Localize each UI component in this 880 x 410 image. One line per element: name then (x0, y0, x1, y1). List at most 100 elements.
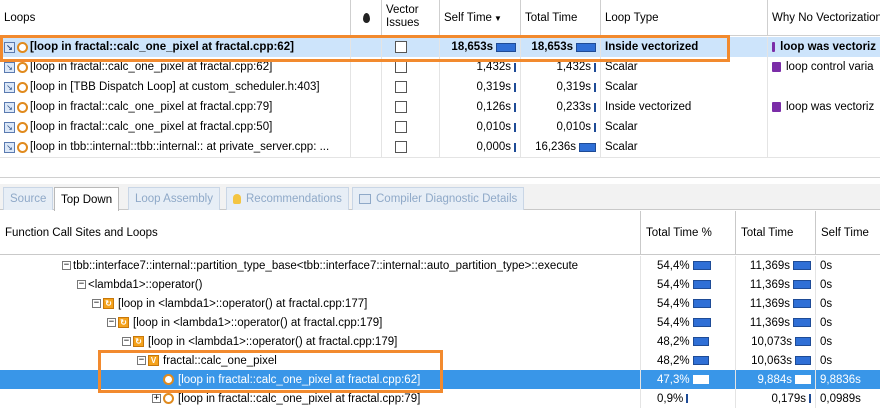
total-time-value: 0,010s (556, 121, 591, 133)
total-pct-value: 48,2% (657, 354, 690, 367)
tab-loop-assembly[interactable]: Loop Assembly (128, 187, 220, 210)
loops-table-header: Loops Vector Issues Self Time ▼ Total Tim… (0, 0, 880, 36)
loop-row[interactable]: ↘ [loop in fractal::calc_one_pixel at fra… (0, 57, 880, 77)
col-loop-type-header[interactable]: Loop Type (601, 0, 768, 36)
total-time-value: 18,653s (531, 41, 573, 53)
call-site-name: fractal::calc_one_pixel (163, 354, 277, 367)
loop-row[interactable]: ↘ [loop in [TBB Dispatch Loop] at custom_… (0, 77, 880, 97)
vector-issues-checkbox[interactable] (395, 61, 407, 73)
total-pct-bar (692, 261, 711, 270)
col-vector-issues-header[interactable]: Vector Issues (382, 0, 440, 36)
total-time-bar (594, 62, 596, 72)
vector-issues-checkbox[interactable] (395, 81, 407, 93)
collapse-icon[interactable]: − (92, 299, 101, 308)
self-time-value: 9,8836s (820, 373, 861, 386)
call-site-name: [loop in <lambda1>::operator() at fracta… (133, 316, 383, 329)
self-time-value: 0s (820, 354, 833, 367)
total-time-value: 9,884s (757, 373, 792, 386)
total-time-value: 11,369s (749, 278, 790, 291)
tab-compiler-diagnostic-details[interactable]: Compiler Diagnostic Details (352, 187, 525, 210)
call-site-row[interactable]: − Vfractal::calc_one_pixel 48,2% 10,063s 0s (0, 351, 880, 370)
col-call-sites-header[interactable]: Function Call Sites and Loops (0, 211, 641, 255)
total-time-value: 1,432s (556, 61, 591, 73)
lightbulb-icon (233, 194, 241, 204)
total-time-value: 0,179s (771, 392, 806, 405)
col-vector-issues-label: Vector Issues (386, 4, 420, 29)
total-time-bar (793, 261, 811, 270)
call-site-row[interactable]: − <lambda1>::operator() 54,4% 11,369s 0s (0, 275, 880, 294)
total-pct-bar (692, 356, 709, 365)
tab-compiler-diagnostic-label: Compiler Diagnostic Details (376, 193, 518, 205)
call-site-row[interactable]: + [loop in fractal::calc_one_pixel at fra… (0, 389, 880, 408)
vector-issues-checkbox[interactable] (395, 101, 407, 113)
self-time-value: 0,0989s (820, 392, 861, 405)
total-time-value: 0,319s (556, 81, 591, 93)
total-pct-bar (692, 318, 711, 327)
call-site-name: <lambda1>::operator() (88, 278, 203, 291)
loop-row[interactable]: ↘ [loop in fractal::calc_one_pixel at fra… (0, 97, 880, 117)
self-time-bar (514, 82, 516, 92)
call-site-name: [loop in fractal::calc_one_pixel at frac… (178, 392, 421, 405)
vector-issues-checkbox[interactable] (395, 41, 407, 53)
loop-expand-icon[interactable]: ↘ (4, 121, 15, 133)
loop-icon (17, 121, 28, 133)
loop-icon (17, 101, 28, 113)
call-site-row[interactable]: − tbb::interface7::internal::partition_ty… (0, 256, 880, 275)
collapse-icon[interactable]: − (62, 261, 71, 270)
self-time-value: 0,000s (476, 141, 511, 153)
col-loops-header[interactable]: Loops (0, 0, 351, 36)
collapse-icon[interactable]: − (107, 318, 116, 327)
loop-icon (163, 393, 174, 404)
total-time-value: 10,073s (751, 335, 792, 348)
col-why-no-vec-label: Why No Vectorization (772, 12, 880, 24)
col-total-pct-header[interactable]: Total Time % (641, 211, 736, 255)
col-drop-header[interactable] (351, 0, 382, 36)
total-time-bar (594, 82, 596, 92)
loop-row-partial[interactable] (0, 157, 880, 161)
collapse-icon[interactable]: − (77, 280, 86, 289)
loop-expand-icon[interactable]: ↘ (4, 81, 15, 93)
vector-issues-checkbox[interactable] (395, 121, 407, 133)
expand-icon[interactable]: + (152, 394, 161, 403)
loop-expand-icon[interactable]: ↘ (4, 61, 15, 73)
col-bottom-total-time-header[interactable]: Total Time (736, 211, 816, 255)
loop-expand-icon[interactable]: ↘ (4, 101, 15, 113)
total-time-bar (795, 337, 811, 346)
call-site-name: [loop in <lambda1>::operator() at fracta… (148, 335, 398, 348)
tab-top-down[interactable]: Top Down (54, 187, 120, 211)
loop-icon: ↻ (118, 317, 129, 328)
total-time-bar (793, 299, 811, 308)
col-loops-label: Loops (4, 12, 36, 24)
call-site-row[interactable]: − ↻ [loop in <lambda1>::operator() at frac… (0, 313, 880, 332)
collapse-icon[interactable]: − (122, 337, 131, 346)
total-time-bar (594, 122, 596, 132)
vector-issues-checkbox[interactable] (395, 141, 407, 153)
collapse-icon[interactable]: − (137, 356, 146, 365)
total-pct-value: 54,4% (657, 297, 690, 310)
loop-icon (17, 81, 28, 93)
loop-expand-icon[interactable]: ↘ (4, 141, 15, 153)
col-self-time-header[interactable]: Self Time ▼ (440, 0, 521, 36)
loop-row[interactable]: ↘ [loop in fractal::calc_one_pixel at fra… (0, 117, 880, 137)
self-time-value: 0,126s (476, 101, 511, 113)
call-site-row[interactable]: [loop in fractal::calc_one_pixel at frac… (0, 370, 880, 389)
total-pct-value: 47,3% (657, 373, 690, 386)
col-why-no-vec-header[interactable]: Why No Vectorization (768, 0, 880, 36)
total-time-bar (576, 42, 596, 52)
total-pct-value: 54,4% (657, 278, 690, 291)
self-time-bar (514, 122, 516, 132)
tab-top-down-label: Top Down (61, 193, 113, 206)
col-bottom-self-time-header[interactable]: Self Time (816, 211, 880, 255)
why-no-vec-value: loop was vectoriz (786, 101, 875, 113)
call-site-row[interactable]: − ↻ [loop in <lambda1>::operator() at frac… (0, 332, 880, 351)
loop-row[interactable]: ↘ [loop in fractal::calc_one_pixel at fra… (0, 37, 880, 57)
loop-row[interactable]: ↘ [loop in tbb::internal::tbb::internal::… (0, 137, 880, 157)
self-time-value: 0s (820, 335, 833, 348)
tab-source[interactable]: Source (3, 187, 54, 210)
self-time-value: 18,653s (451, 41, 493, 53)
tab-recommendations[interactable]: Recommendations (226, 187, 349, 210)
call-site-row[interactable]: − ↻ [loop in <lambda1>::operator() at frac… (0, 294, 880, 313)
loop-expand-icon[interactable]: ↘ (4, 41, 15, 53)
col-total-time-header[interactable]: Total Time (521, 0, 601, 36)
self-time-bar (514, 102, 516, 112)
